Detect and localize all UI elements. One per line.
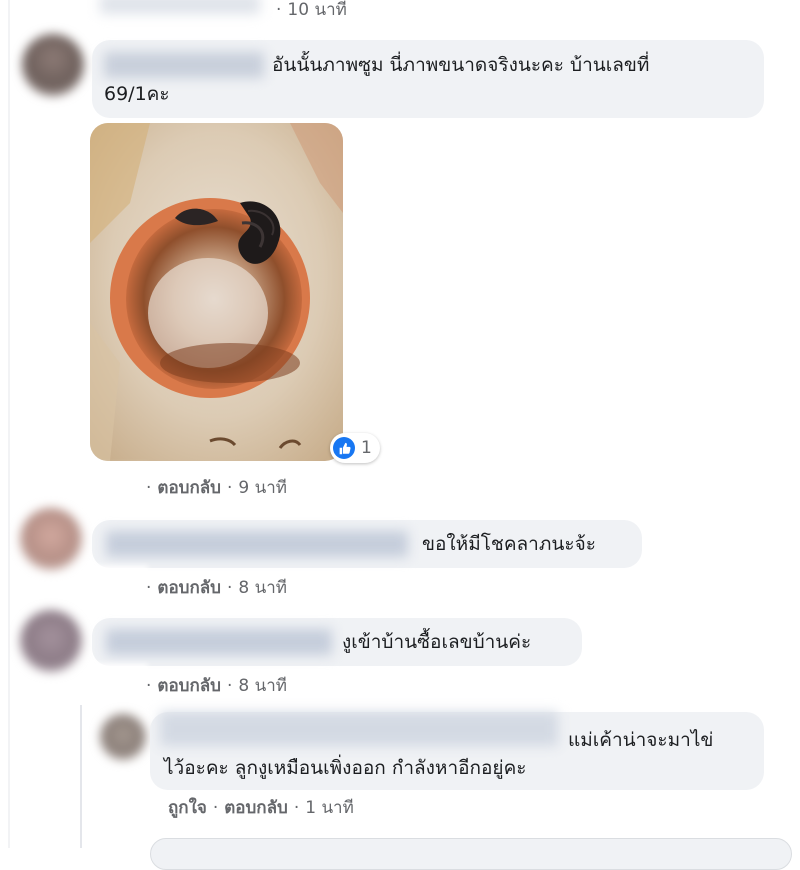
like-link[interactable]: ถูกใจ: [168, 798, 207, 818]
comment-input-partial[interactable]: [150, 838, 792, 870]
comment-actions: · ตอบกลับ · 9 นาที: [146, 478, 287, 498]
commenter-name-blurred[interactable]: [106, 629, 332, 655]
comment-time[interactable]: 8 นาที: [238, 578, 287, 598]
comment-bubble: งูเข้าบ้านซื้อเลขบ้านค่ะ: [92, 618, 582, 666]
reply-text-line-2: ไว้อะคะ ลูกงูเหมือนเพิ่งออก กำลังหาอีกอย…: [164, 757, 527, 779]
reply-time[interactable]: 1 นาที: [305, 798, 354, 818]
comment-text-line-1: อันนั้นภาพซูม นี่ภาพขนาดจริงนะคะ บ้านเลข…: [272, 54, 650, 76]
commenter-name-blurred[interactable]: [160, 712, 558, 746]
reply-link[interactable]: ตอบกลับ: [157, 676, 221, 696]
comment-time[interactable]: 8 นาที: [238, 676, 287, 696]
reaction-badge[interactable]: 1: [330, 433, 380, 463]
avatar[interactable]: [20, 610, 82, 672]
avatar[interactable]: [100, 714, 146, 760]
photo-image: [90, 123, 343, 461]
comment-text-line-2: 69/1คะ: [104, 83, 170, 105]
commenter-name-blurred[interactable]: [104, 52, 264, 78]
reply-thread-line: [80, 705, 82, 848]
reply-actions: ถูกใจ · ตอบกลับ · 1 นาที: [168, 798, 354, 818]
reply-link[interactable]: ตอบกลับ: [157, 578, 221, 598]
comment-text: งูเข้าบ้านซื้อเลขบ้านค่ะ: [342, 631, 532, 653]
comment-bubble: ขอให้มีโชคลาภนะจ้ะ: [92, 520, 642, 568]
reply-link[interactable]: ตอบกลับ: [224, 798, 288, 818]
comment-actions: · ตอบกลับ · 8 นาที: [146, 676, 287, 696]
comment-actions: · ตอบกลับ · 8 นาที: [146, 578, 287, 598]
like-reaction-icon: [333, 437, 355, 459]
comment-text: ขอให้มีโชคลาภนะจ้ะ: [422, 533, 596, 555]
avatar[interactable]: [20, 508, 82, 570]
top-time[interactable]: · 10 นาที: [270, 0, 347, 23]
reply-link[interactable]: ตอบกลับ: [157, 478, 221, 498]
comment-time[interactable]: 9 นาที: [238, 478, 287, 498]
reply-bubble: แม่เค้าน่าจะมาไข่ ไว้อะคะ ลูกงูเหมือนเพิ…: [150, 712, 764, 790]
reaction-count: 1: [361, 438, 372, 458]
top-blurred-block: [100, 0, 260, 14]
comment-bubble: อันนั้นภาพซูม นี่ภาพขนาดจริงนะคะ บ้านเลข…: [92, 40, 764, 118]
left-edge-line: [8, 0, 10, 848]
avatar[interactable]: [22, 34, 84, 96]
commenter-name-blurred[interactable]: [106, 531, 408, 557]
reply-text-line-1: แม่เค้าน่าจะมาไข่: [568, 729, 714, 751]
comment-photo[interactable]: [90, 123, 343, 461]
